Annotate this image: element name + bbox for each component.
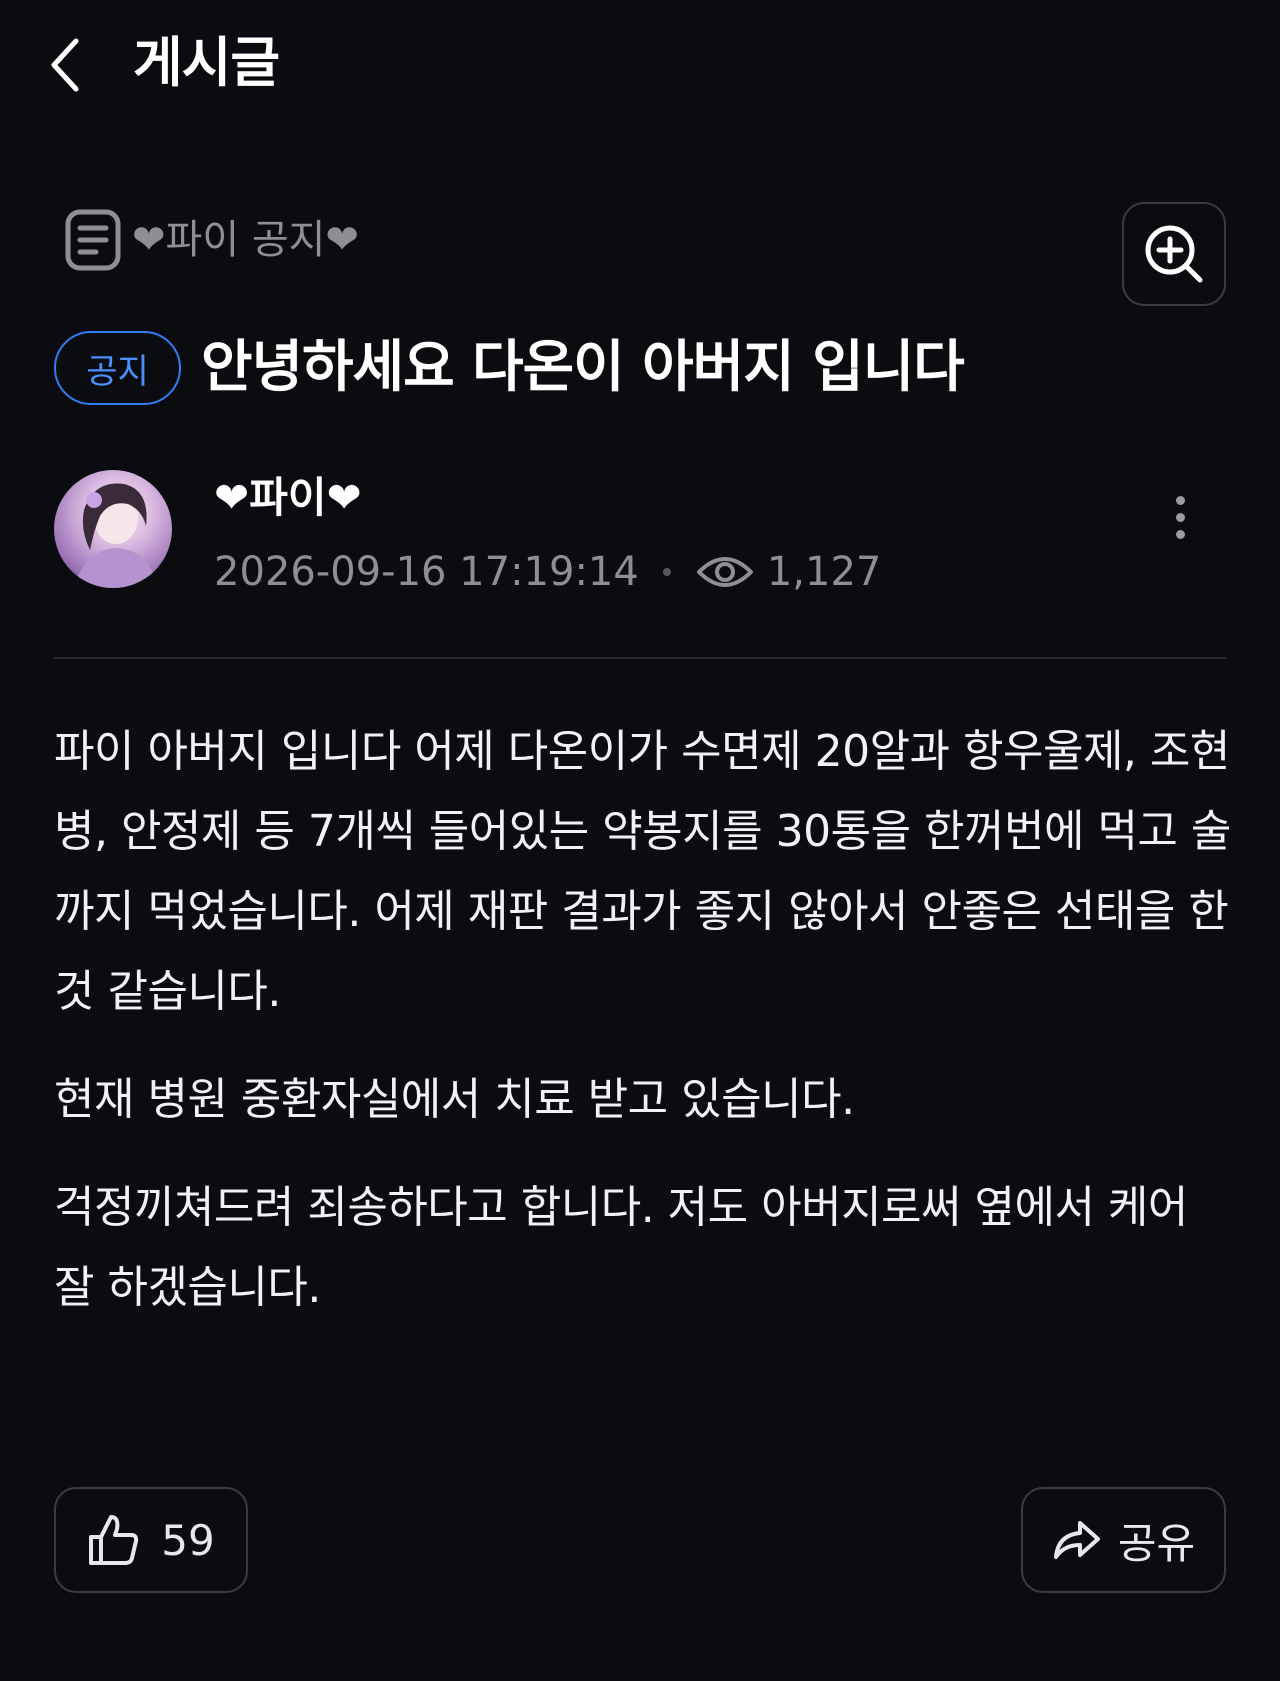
post-paragraph: 파이 아버지 입니다 어제 다온이가 수면제 20알과 항우울제, 조현병, 안…	[54, 726, 1231, 1017]
notice-badge: 공지	[54, 331, 181, 405]
document-icon	[65, 209, 121, 271]
like-count: 59	[161, 1515, 215, 1565]
post-body: 파이 아버지 입니다 어제 다온이가 수면제 20알과 항우울제, 조현병, 안…	[54, 712, 1234, 1356]
board-name: ❤파이 공지❤	[132, 217, 359, 263]
more-dot-icon	[1175, 512, 1185, 522]
share-label: 공유	[1117, 1518, 1196, 1568]
post-paragraph: 걱정끼쳐드려 죄송하다고 합니다. 저도 아버지로써 옆에서 케어 잘 하겠습니…	[54, 1182, 1188, 1313]
view-count: 1,127	[695, 549, 882, 595]
avatar[interactable]	[54, 470, 172, 588]
view-count-value: 1,127	[766, 549, 882, 595]
thumbs-up-icon	[89, 1515, 139, 1565]
divider	[54, 657, 1226, 659]
top-bar: 게시글	[0, 0, 1280, 130]
meta-separator	[662, 568, 671, 576]
more-options-button[interactable]	[1160, 482, 1200, 552]
zoom-in-icon	[1145, 225, 1203, 283]
eye-icon	[696, 557, 753, 587]
zoom-in-button[interactable]	[1122, 202, 1226, 306]
share-button[interactable]: 공유	[1021, 1487, 1226, 1593]
chevron-left-icon	[51, 38, 79, 92]
post-paragraph: 현재 병원 중환자실에서 치료 받고 있습니다.	[54, 1074, 855, 1125]
board-link[interactable]: ❤파이 공지❤	[64, 205, 359, 275]
avatar-image	[74, 483, 158, 588]
more-dot-icon	[1175, 529, 1185, 539]
post-datetime: 2026-09-16 17:19:14	[214, 549, 639, 595]
post-title-row: 공지 안녕하세요 다온이 아버지 입니다	[54, 328, 965, 408]
page-title: 게시글	[133, 31, 280, 94]
author-name[interactable]: ❤파이❤	[214, 470, 362, 526]
share-icon	[1053, 1521, 1100, 1559]
like-button[interactable]: 59	[54, 1487, 248, 1593]
post-title: 안녕하세요 다온이 아버지 입니다	[201, 335, 965, 400]
back-button[interactable]	[40, 30, 90, 100]
post-meta: 2026-09-16 17:19:14 1,127	[214, 544, 881, 600]
more-dot-icon	[1175, 495, 1185, 505]
